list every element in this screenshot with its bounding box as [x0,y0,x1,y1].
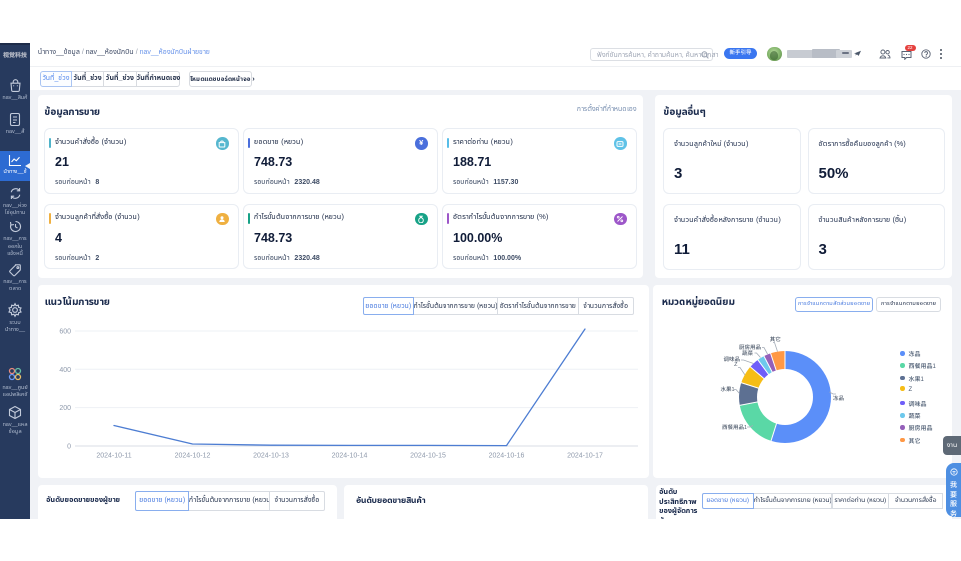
svg-text:2024-10-16: 2024-10-16 [489,453,525,460]
svg-text:2024-10-12: 2024-10-12 [175,453,211,460]
svg-text:400: 400 [59,367,71,374]
svg-text:2024-10-14: 2024-10-14 [332,453,368,460]
svg-text:2024-10-13: 2024-10-13 [253,453,289,460]
svg-text:0: 0 [67,444,71,451]
svg-text:600: 600 [59,329,71,336]
svg-text:200: 200 [59,405,71,412]
svg-text:2024-10-15: 2024-10-15 [410,453,446,460]
svg-text:2024-10-17: 2024-10-17 [567,453,603,460]
svg-text:2024-10-11: 2024-10-11 [96,453,131,460]
